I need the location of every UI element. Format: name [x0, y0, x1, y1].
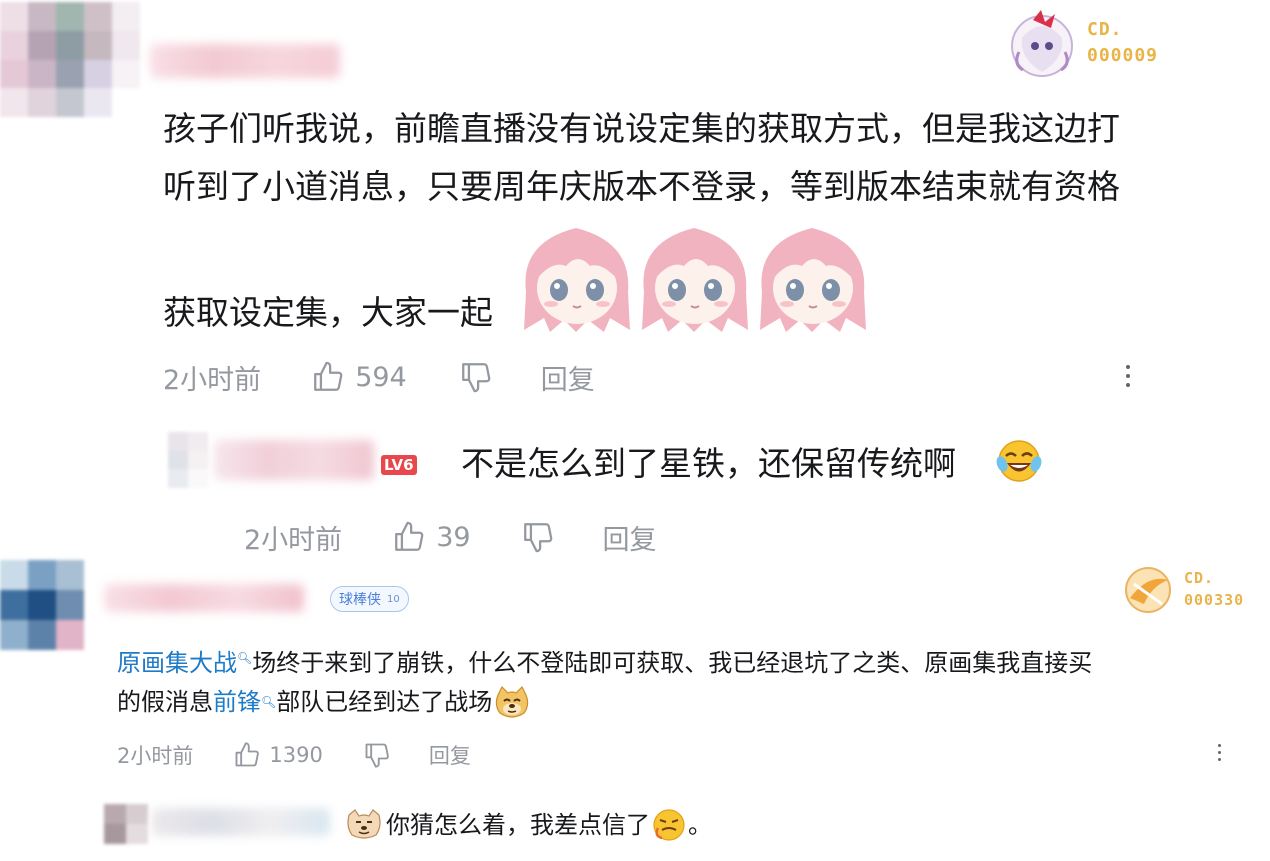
medal-avatar-icon [1011, 10, 1073, 77]
fan-badge-label: 球棒侠 [339, 592, 381, 608]
search-link-2[interactable]: 前锋 [213, 684, 261, 720]
thumbs-up-icon [395, 521, 424, 551]
comment-text-line-1: 孩子们听我说，前瞻直播没有说设定集的获取方式，但是我这边打 [163, 109, 1120, 148]
search-icon[interactable]: 🔍︎ [237, 651, 252, 665]
reply-meta: 2小时前 39 回复 [244, 518, 657, 556]
laughing-crying-emoji [996, 440, 1042, 482]
more-options-icon[interactable] [1218, 744, 1221, 761]
timestamp: 2小时前 [244, 524, 343, 556]
reply-avatar[interactable] [168, 432, 208, 488]
medal-emblem-icon [1125, 567, 1171, 613]
comment-text-segment-2: 的假消息 [117, 688, 213, 716]
like-button[interactable]: 594 [311, 360, 407, 394]
comment-text-line-2: 听到了小道消息，只要周年庆版本不登录，等到版本结束就有资格 [163, 167, 1120, 206]
fan-medal: CD. 000009 [1005, 8, 1185, 80]
reply-username[interactable] [214, 440, 374, 480]
like-count: 39 [436, 521, 471, 553]
reply-button[interactable]: 回复 [429, 740, 471, 770]
fan-badge-level: 10 [387, 593, 400, 605]
dislike-button[interactable] [459, 360, 493, 394]
thumbs-up-icon [314, 361, 343, 391]
dog-face-emoji [347, 809, 381, 839]
reply-text: 不是怎么到了星铁，还保留传统啊 [461, 444, 956, 483]
search-link-1[interactable]: 原画集大战 [117, 649, 237, 677]
fan-medal: CD. 000330 [1122, 562, 1270, 618]
timestamp: 2小时前 [117, 744, 194, 768]
reply-text-body: 你猜怎么着，我差点信了 [386, 811, 650, 839]
reply-button[interactable]: 回复 [603, 518, 657, 557]
comment-meta: 2小时前 1390 回复 [117, 738, 471, 772]
more-options-icon[interactable] [1126, 365, 1130, 387]
annoyed-emoji [653, 809, 685, 841]
timestamp: 2小时前 [163, 364, 262, 396]
dislike-button[interactable] [363, 741, 391, 769]
medal-label: CD. [1087, 19, 1123, 40]
avatar[interactable] [0, 2, 140, 117]
like-count: 594 [355, 361, 407, 393]
reply-text-end: 。 [688, 811, 712, 839]
comment-text-segment-3: 部队已经到达了战场 [276, 688, 493, 716]
like-button[interactable]: 39 [392, 520, 471, 554]
sticker-emoji-3 [760, 228, 866, 332]
reply-username[interactable] [152, 808, 330, 836]
reply-button[interactable]: 回复 [541, 358, 595, 397]
sticker-emoji-2 [642, 228, 748, 332]
reply-text: 你猜怎么着，我差点信了 。 [386, 807, 712, 843]
search-icon[interactable]: 🔍︎ [261, 684, 276, 720]
reply-avatar[interactable] [104, 804, 148, 844]
thumbs-down-icon [365, 743, 389, 768]
comment-text-line-1: 原画集大战🔍︎场终于来到了崩铁，什么不登陆即可获取、我已经退坑了之类、原画集我直… [117, 640, 1092, 681]
fan-badge: 球棒侠 10 [330, 586, 409, 612]
thumbs-up-icon [235, 742, 260, 767]
username[interactable] [150, 44, 340, 78]
doge-emoji [496, 685, 529, 718]
medal-number: 000330 [1184, 591, 1245, 609]
comment-text-segment-1: 场终于来到了崩铁，什么不登陆即可获取、我已经退坑了之类、原画集我直接买 [252, 649, 1093, 677]
comment-meta: 2小时前 594 回复 [163, 358, 595, 396]
thumbs-down-icon [461, 363, 491, 393]
like-button[interactable]: 1390 [233, 741, 323, 769]
comment-text-line-2: 的假消息 前锋 🔍︎ 部队已经到达了战场 [117, 684, 530, 720]
username[interactable] [104, 584, 304, 612]
dislike-button[interactable] [521, 520, 555, 554]
level-badge: LV6 [381, 455, 417, 475]
sticker-emoji-1 [524, 228, 630, 332]
avatar[interactable] [0, 560, 84, 650]
thumbs-down-icon [523, 523, 552, 553]
medal-number: 000009 [1087, 45, 1159, 66]
like-count: 1390 [269, 743, 323, 767]
comment-text-line-3: 获取设定集，大家一起 [163, 293, 493, 332]
medal-label: CD. [1184, 569, 1215, 587]
